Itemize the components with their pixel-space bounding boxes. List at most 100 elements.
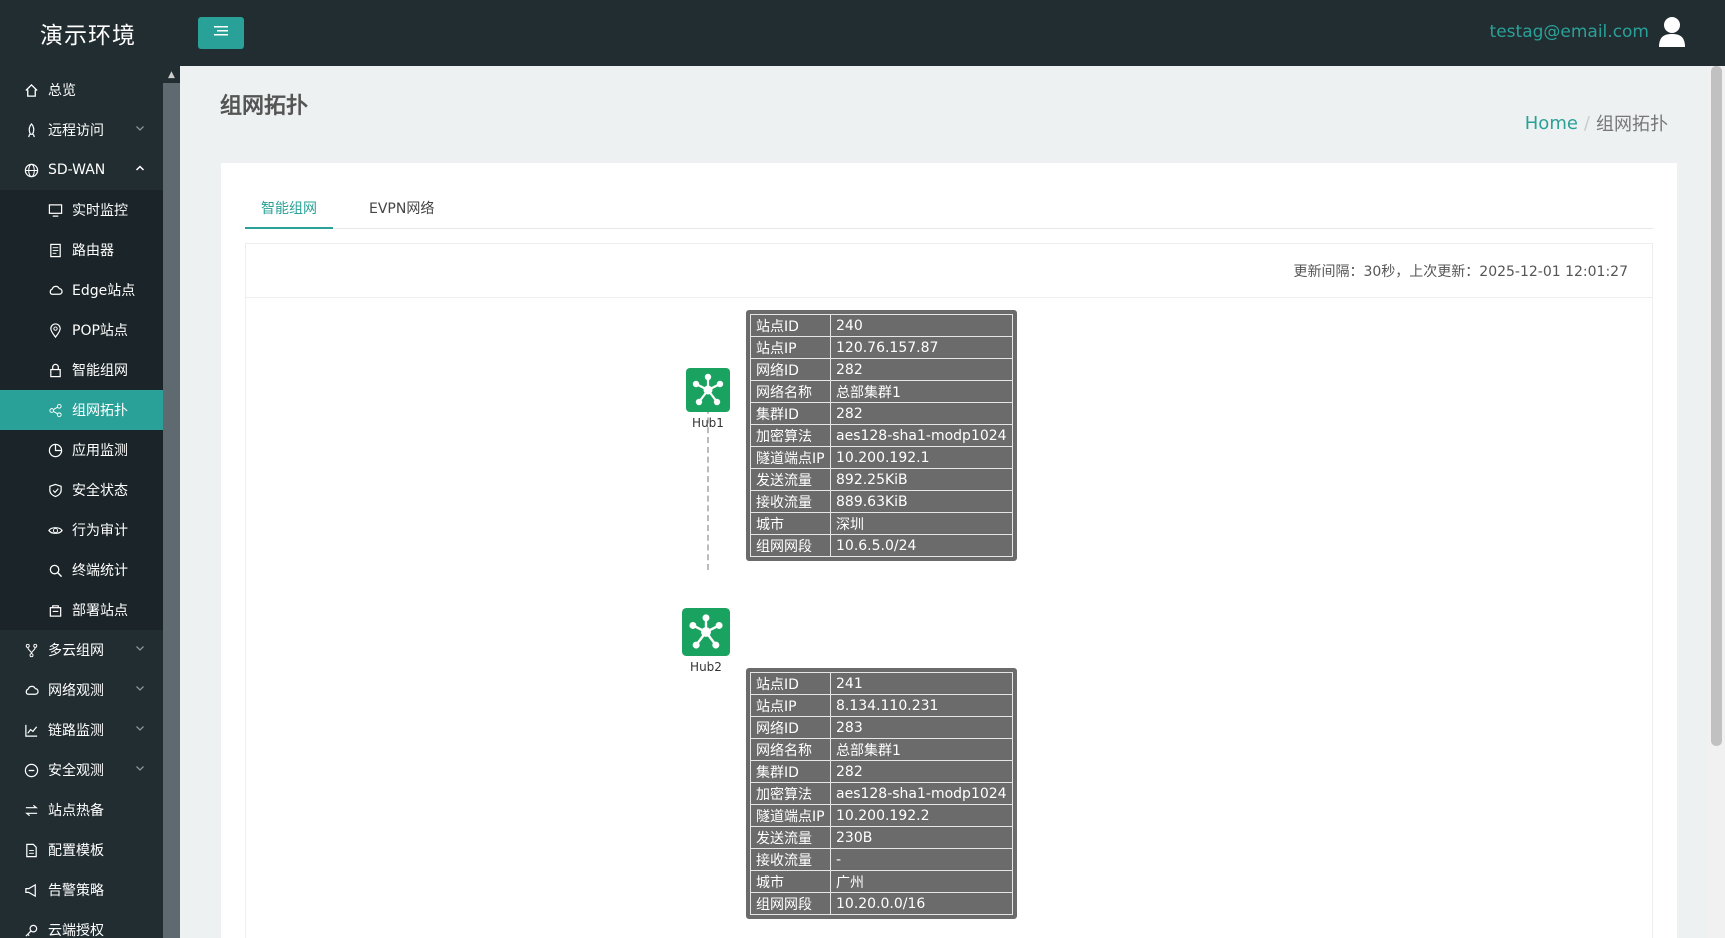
sidebar-item-label: 路由器 [72, 243, 114, 259]
topology-node-hub2[interactable]: Hub2 [676, 608, 736, 674]
node-label: Hub2 [690, 660, 722, 674]
info-row: 城市 深圳 [750, 512, 1013, 535]
globe-icon [23, 162, 39, 178]
lock-icon [47, 362, 63, 378]
info-key: 接收流量 [750, 848, 831, 871]
sidebar-item-sidebar-sdwan_sub-10[interactable]: 部署站点 [0, 590, 163, 630]
sidebar-item-sidebar-bottom_items-3[interactable]: 安全观测 [0, 750, 163, 790]
page-scroll-thumb[interactable] [1711, 66, 1722, 746]
info-key: 网络名称 [750, 738, 831, 761]
info-key: 城市 [750, 870, 831, 893]
search-icon [47, 562, 63, 578]
hub-icon[interactable] [682, 608, 730, 656]
top-bar: 演示环境 testag@email.com [0, 0, 1725, 66]
sidebar-item-label: 告警策略 [48, 883, 104, 899]
sidebar-item-sidebar-bottom_items-6[interactable]: 告警策略 [0, 870, 163, 910]
swap-icon [23, 802, 39, 818]
info-key: 发送流量 [750, 468, 831, 491]
sidebar-item-sidebar-sdwan_sub-3[interactable]: POP站点 [0, 310, 163, 350]
sidebar-item-sidebar-sdwan_sub-0[interactable]: 实时监控 [0, 190, 163, 230]
sidebar-item-sidebar-sdwan_sub-8[interactable]: 行为审计 [0, 510, 163, 550]
chevron-down-icon [136, 126, 144, 131]
sidebar-item-sidebar-sdwan_sub-7[interactable]: 安全状态 [0, 470, 163, 510]
info-row: 隧道端点IP 10.200.192.2 [750, 804, 1013, 827]
router-icon [47, 242, 63, 258]
sidebar-item-sidebar-sdwan_sub-1[interactable]: 路由器 [0, 230, 163, 270]
sidebar-item-sidebar-items-2[interactable]: SD-WAN [0, 150, 163, 190]
info-value: 8.134.110.231 [830, 694, 1013, 717]
topology-canvas[interactable]: Hub1 Hub2 站点ID 240 站点IP 120.76.157.87 网络ID 28… [246, 298, 1652, 938]
info-key: 隧道端点IP [750, 804, 831, 827]
info-row: 城市 广州 [750, 870, 1013, 893]
info-row: 网络名称 总部集群1 [750, 738, 1013, 761]
sidebar-item-label: 部署站点 [72, 603, 128, 619]
sidebar-item-sidebar-sdwan_sub-4[interactable]: 智能组网 [0, 350, 163, 390]
pie-chart-icon [47, 442, 63, 458]
page-scrollbar[interactable] [1708, 66, 1725, 938]
breadcrumb-home-link[interactable]: Home [1525, 113, 1578, 134]
sidebar-item-sidebar-sdwan_sub-2[interactable]: Edge站点 [0, 270, 163, 310]
sidebar-scrollbar[interactable]: ▲ [163, 66, 180, 938]
info-value: 230B [830, 826, 1013, 849]
info-key: 隧道端点IP [750, 446, 831, 469]
sidebar-item-sidebar-sdwan_sub-6[interactable]: 应用监测 [0, 430, 163, 470]
info-key: 站点IP [750, 694, 831, 717]
tab-bar: 智能组网 EVPN网络 [245, 191, 1653, 229]
info-row: 站点ID 240 [750, 314, 1013, 337]
chevron-down-icon [136, 686, 144, 691]
topology-node-hub1[interactable]: Hub1 [678, 368, 738, 430]
scroll-up-arrow-icon[interactable]: ▲ [163, 66, 180, 83]
info-row: 发送流量 892.25KiB [750, 468, 1013, 491]
sidebar-item-sidebar-bottom_items-5[interactable]: 配置模板 [0, 830, 163, 870]
home-icon [23, 82, 39, 98]
sidebar-item-sidebar-sdwan_sub-5[interactable]: 组网拓扑 [0, 390, 163, 430]
info-key: 站点IP [750, 336, 831, 359]
menu-toggle-button[interactable] [198, 17, 244, 49]
info-row: 站点IP 8.134.110.231 [750, 694, 1013, 717]
tab-smart-network[interactable]: 智能组网 [245, 191, 333, 229]
sidebar-item-sidebar-items-1[interactable]: 远程访问 [0, 110, 163, 150]
sidebar-scroll-thumb[interactable] [163, 83, 180, 938]
sidebar-item-label: Edge站点 [72, 283, 136, 299]
info-value: 282 [830, 760, 1013, 783]
sidebar-item-label: 安全状态 [72, 483, 128, 499]
sidebar-item-label: POP站点 [72, 323, 128, 339]
info-row: 隧道端点IP 10.200.192.1 [750, 446, 1013, 469]
user-menu[interactable]: testag@email.com [1490, 16, 1685, 48]
minus-circle-icon [23, 762, 39, 778]
info-row: 集群ID 282 [750, 760, 1013, 783]
sidebar-item-sidebar-bottom_items-1[interactable]: 网络观测 [0, 670, 163, 710]
rocket-icon [23, 122, 39, 138]
topology-card: 智能组网 EVPN网络 更新间隔：30秒，上次更新：2025-12-01 12:… [221, 163, 1677, 938]
location-pin-icon [47, 322, 63, 338]
info-key: 加密算法 [750, 782, 831, 805]
user-avatar-icon[interactable] [1659, 16, 1685, 48]
user-email[interactable]: testag@email.com [1490, 22, 1649, 42]
sdwan-submenu: 实时监控路由器 Edge站点 POP站点智能组网 组网拓扑应用监测安全状态行为审计 终端… [0, 190, 163, 630]
info-value: 283 [830, 716, 1013, 739]
hub1-info-table: 站点ID 240 站点IP 120.76.157.87 网络ID 282 网络名称 总部集群1… [750, 314, 1013, 557]
sidebar-item-label: SD-WAN [48, 162, 106, 178]
info-key: 组网网段 [750, 892, 831, 915]
sidebar-item-sidebar-sdwan_sub-9[interactable]: 终端统计 [0, 550, 163, 590]
sidebar-item-label: 多云组网 [48, 643, 104, 659]
node-label: Hub1 [692, 416, 724, 430]
info-key: 网络ID [750, 716, 831, 739]
update-info: 更新间隔：30秒，上次更新：2025-12-01 12:01:27 [1293, 263, 1628, 280]
file-icon [23, 842, 39, 858]
sidebar-item-label: 站点热备 [48, 803, 104, 819]
info-key: 网络ID [750, 358, 831, 381]
hub-icon[interactable] [686, 368, 730, 412]
info-row: 接收流量 - [750, 848, 1013, 871]
sidebar-item-sidebar-bottom_items-2[interactable]: 链路监测 [0, 710, 163, 750]
shield-icon [47, 482, 63, 498]
sidebar-item-sidebar-bottom_items-7[interactable]: 云端授权 [0, 910, 163, 938]
info-row: 组网网段 10.6.5.0/24 [750, 534, 1013, 557]
sidebar-item-sidebar-bottom_items-0[interactable]: 多云组网 [0, 630, 163, 670]
info-value: 120.76.157.87 [830, 336, 1013, 359]
sidebar-item-sidebar-bottom_items-4[interactable]: 站点热备 [0, 790, 163, 830]
tab-evpn-network[interactable]: EVPN网络 [353, 191, 450, 229]
sidebar-item-sidebar-items-0[interactable]: 总览 [0, 70, 163, 110]
sidebar-item-label: 应用监测 [72, 443, 128, 459]
sidebar-item-label: 链路监测 [48, 723, 104, 739]
